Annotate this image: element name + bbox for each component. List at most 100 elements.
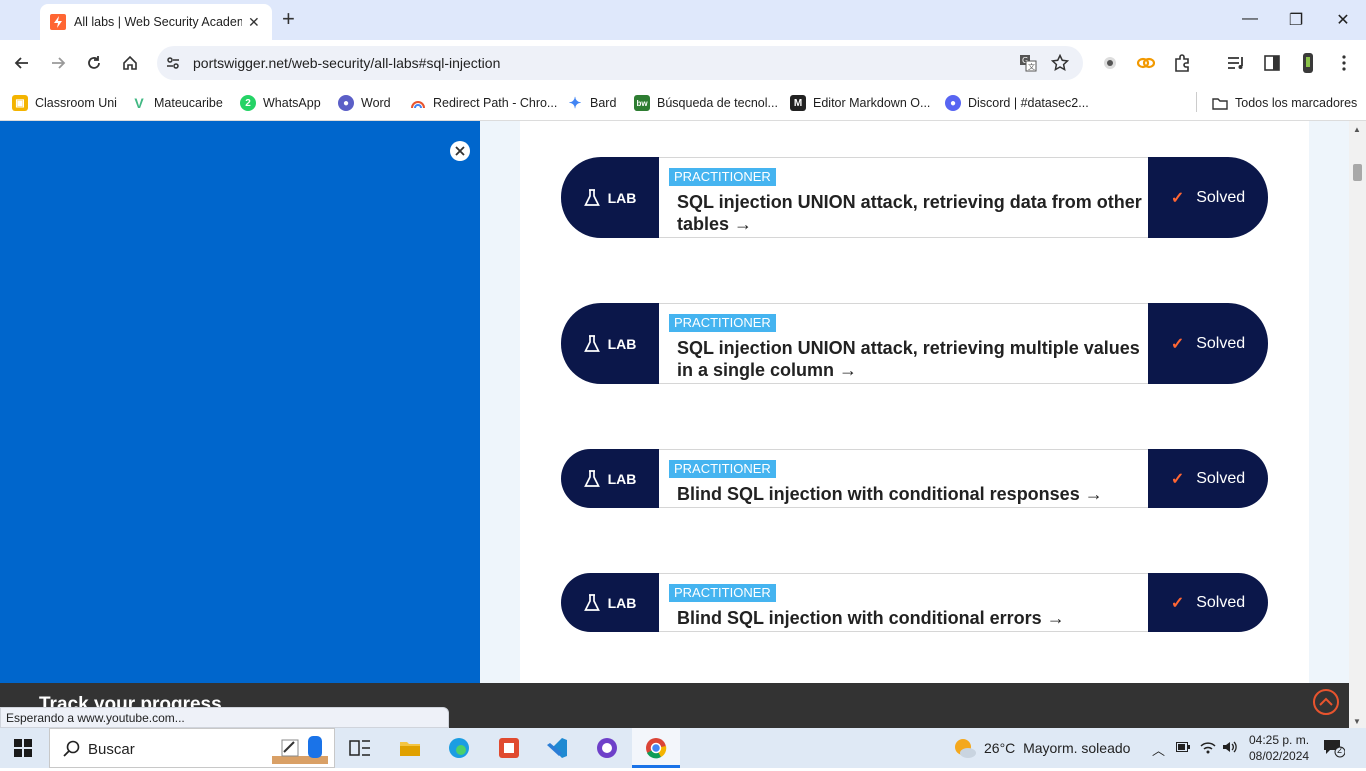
restore-icon[interactable]: ❐: [1286, 10, 1306, 30]
lab-badge-label: LAB: [607, 594, 637, 611]
scroll-up-arrow-icon[interactable]: ▲: [1353, 125, 1361, 134]
level-pill: PRACTITIONER: [669, 584, 776, 602]
whatsapp-icon: 2: [240, 95, 256, 111]
bookmark-bard[interactable]: ✦ Bard: [567, 93, 617, 113]
volume-icon[interactable]: [1222, 740, 1238, 757]
presentation-app-icon[interactable]: [497, 736, 521, 760]
lab-card[interactable]: LAB PRACTITIONER Blind SQL injection wit…: [561, 449, 1268, 508]
lab-badge-label: LAB: [607, 189, 637, 206]
level-pill: PRACTITIONER: [669, 314, 776, 332]
file-explorer-icon[interactable]: [398, 736, 422, 760]
close-window-icon[interactable]: ✕: [1333, 10, 1353, 30]
word-icon: ●: [338, 95, 354, 111]
lab-body: PRACTITIONER Blind SQL injection with co…: [659, 573, 1148, 632]
new-tab-icon[interactable]: +: [282, 8, 295, 30]
lab-card[interactable]: LAB PRACTITIONER SQL injection UNION att…: [561, 303, 1268, 384]
bookmark-star-icon[interactable]: [1051, 54, 1069, 72]
record-extension-icon[interactable]: [1100, 53, 1120, 73]
lab-title-link[interactable]: SQL injection UNION attack, retrieving m…: [677, 337, 1142, 381]
scrollbar-thumb[interactable]: [1353, 164, 1362, 181]
flask-icon: [583, 334, 600, 352]
check-icon: ✓: [1170, 594, 1185, 612]
wifi-icon[interactable]: [1200, 740, 1216, 757]
check-icon: ✓: [1170, 189, 1185, 207]
weather-info[interactable]: 26°C Mayorm. soleado: [984, 740, 1130, 756]
bookmark-discord[interactable]: ● Discord | #datasec2...: [945, 93, 1089, 113]
lab-body: PRACTITIONER Blind SQL injection with co…: [659, 449, 1148, 508]
bookmark-word[interactable]: ● Word: [338, 93, 391, 113]
media-queue-icon[interactable]: [1226, 53, 1246, 73]
link-extension-icon[interactable]: [1136, 53, 1156, 73]
lab-status: ✓ Solved: [1148, 573, 1268, 632]
lab-status-label: Solved: [1196, 593, 1246, 611]
lab-card[interactable]: LAB PRACTITIONER SQL injection UNION att…: [561, 157, 1268, 238]
portswigger-favicon-icon: [50, 14, 66, 30]
search-icon: [62, 740, 80, 763]
tray-chevron-up-icon[interactable]: ︿: [1152, 740, 1165, 759]
scroll-to-top-icon[interactable]: [1313, 689, 1339, 715]
bookmark-label: Word: [361, 96, 391, 110]
site-info-icon[interactable]: [165, 55, 181, 71]
weather-sun-cloud-icon[interactable]: [953, 737, 977, 764]
taskbar-search[interactable]: Buscar: [49, 728, 335, 768]
minimize-icon[interactable]: —: [1240, 10, 1260, 28]
notification-count: 2: [1337, 745, 1343, 755]
browser-tab[interactable]: All labs | Web Security Academy ✕: [40, 4, 272, 40]
lab-status-label: Solved: [1196, 469, 1246, 487]
close-panel-icon[interactable]: [450, 141, 470, 161]
bookmark-markdown[interactable]: M Editor Markdown O...: [790, 93, 930, 113]
status-bubble: Esperando a www.youtube.com...: [0, 707, 449, 728]
lab-title-link[interactable]: SQL injection UNION attack, retrieving d…: [677, 191, 1142, 235]
taskbar-clock[interactable]: 04:25 p. m. 08/02/2024: [1249, 732, 1309, 764]
lab-card[interactable]: LAB PRACTITIONER Blind SQL injection wit…: [561, 573, 1268, 632]
chrome-icon: [644, 736, 668, 760]
notifications-icon[interactable]: 2: [1323, 738, 1346, 758]
chrome-taskbar-button[interactable]: [632, 728, 680, 768]
bookmark-label: Bard: [590, 96, 617, 110]
task-view-icon[interactable]: [348, 736, 372, 760]
check-icon: ✓: [1170, 470, 1185, 488]
all-bookmarks-folder[interactable]: Todos los marcadores: [1212, 93, 1357, 113]
page-scrollbar[interactable]: ▲ ▼: [1349, 121, 1366, 728]
bookmark-label: Redirect Path - Chro...: [433, 96, 558, 110]
url-text[interactable]: portswigger.net/web-security/all-labs#sq…: [193, 55, 500, 71]
home-icon[interactable]: [120, 53, 140, 73]
lab-title-link[interactable]: Blind SQL injection with conditional err…: [677, 607, 1142, 629]
flask-icon: [583, 469, 600, 487]
left-overlay-panel: [0, 121, 480, 683]
builtwith-icon: bw: [634, 95, 650, 111]
forward-icon[interactable]: [48, 53, 68, 73]
bookmark-label: Editor Markdown O...: [813, 96, 931, 110]
bookmark-busqueda[interactable]: bw Búsqueda de tecnol...: [634, 93, 778, 113]
bookmark-label: Mateucaribe: [154, 96, 223, 110]
translate-icon[interactable]: G文: [1019, 54, 1037, 72]
profile-avatar-icon[interactable]: [1298, 53, 1318, 73]
lab-title-link[interactable]: Blind SQL injection with conditional res…: [677, 483, 1142, 505]
vscode-icon[interactable]: [545, 736, 569, 760]
back-icon[interactable]: [12, 53, 32, 73]
battery-icon[interactable]: [1176, 740, 1190, 755]
bookmark-mateucaribe[interactable]: V Mateucaribe: [131, 93, 223, 113]
clock-date: 08/02/2024: [1249, 749, 1310, 763]
reload-icon[interactable]: [84, 53, 104, 73]
weather-desc: Mayorm. soleado: [1023, 740, 1131, 756]
level-pill: PRACTITIONER: [669, 460, 776, 478]
windows-start-icon[interactable]: [14, 739, 32, 757]
clock-time: 04:25 p. m.: [1249, 733, 1310, 747]
github-desktop-icon[interactable]: [595, 736, 619, 760]
browser-menu-icon[interactable]: [1334, 53, 1354, 73]
lab-status: ✓ Solved: [1148, 303, 1268, 384]
side-panel-icon[interactable]: [1262, 53, 1282, 73]
bookmark-redirect-path[interactable]: Redirect Path - Chro...: [410, 93, 557, 113]
extensions-puzzle-icon[interactable]: [1172, 53, 1192, 73]
tab-close-icon[interactable]: ✕: [248, 14, 260, 31]
bookmark-classroom[interactable]: ▣ Classroom Uni: [12, 93, 117, 113]
scroll-down-arrow-icon[interactable]: ▼: [1353, 717, 1361, 726]
lab-badge: LAB: [561, 157, 659, 238]
svg-text:文: 文: [1028, 62, 1035, 71]
bookmark-whatsapp[interactable]: 2 WhatsApp: [240, 93, 321, 113]
edge-icon[interactable]: [447, 736, 471, 760]
markdown-icon: M: [790, 95, 806, 111]
lab-status: ✓ Solved: [1148, 449, 1268, 508]
address-bar[interactable]: portswigger.net/web-security/all-labs#sq…: [157, 46, 1083, 80]
